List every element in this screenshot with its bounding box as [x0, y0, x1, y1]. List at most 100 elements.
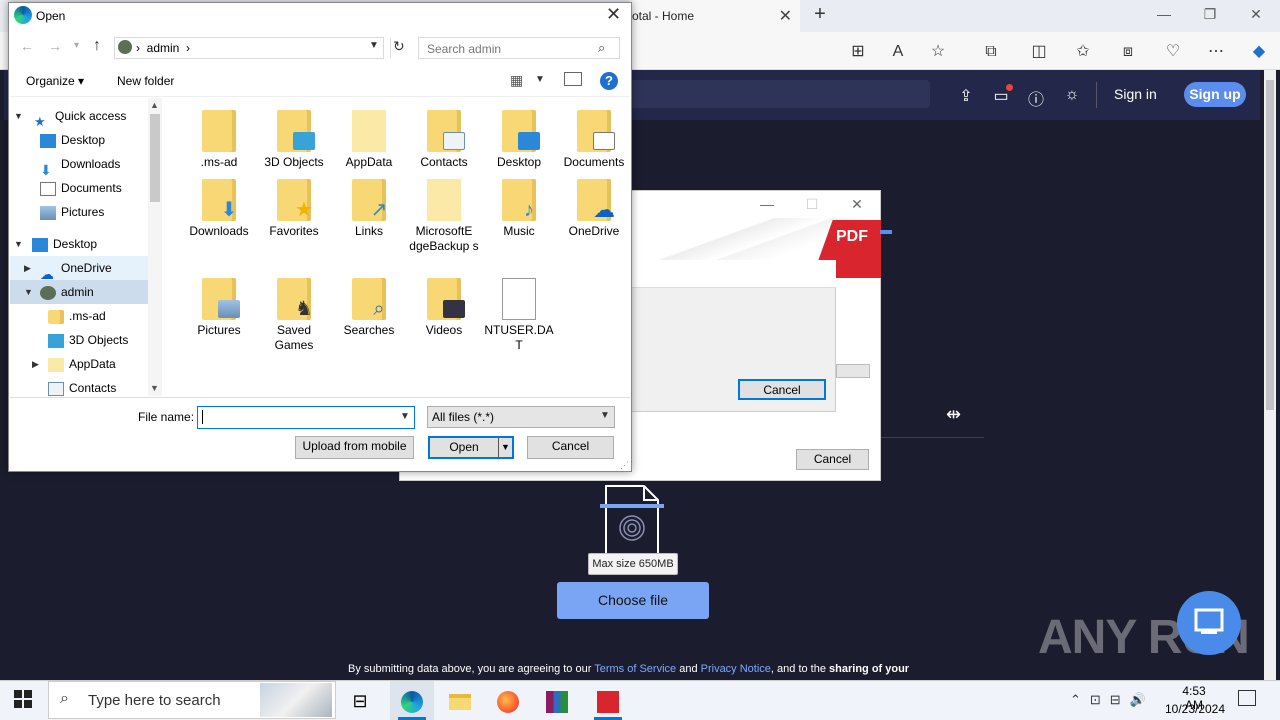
- file-item-3d-objects[interactable]: 3D Objects: [257, 110, 331, 170]
- expand-quick-access-icon[interactable]: ▼: [14, 111, 23, 121]
- notification-center-icon[interactable]: [1238, 690, 1256, 706]
- scroll-down-icon[interactable]: ▼: [150, 383, 159, 393]
- tab-close-icon[interactable]: ✕: [779, 6, 792, 26]
- system-tray[interactable]: ⌃⊡⊟🔊: [1070, 692, 1155, 708]
- collections-icon[interactable]: ⧈: [1115, 41, 1141, 63]
- pdf-maximize-button[interactable]: ☐: [797, 196, 827, 213]
- choose-file-button[interactable]: Choose file: [557, 582, 709, 619]
- file-item-documents[interactable]: Documents: [557, 110, 631, 170]
- nav-ms-ad[interactable]: .ms-ad: [48, 304, 148, 328]
- dialog-close-icon[interactable]: ✕: [606, 4, 621, 25]
- breadcrumb-admin[interactable]: admin: [147, 41, 180, 55]
- theme-icon[interactable]: ☼: [1060, 86, 1084, 106]
- file-item-contacts[interactable]: Contacts: [407, 110, 481, 170]
- file-type-dropdown-icon[interactable]: ▼: [600, 410, 610, 421]
- help-icon[interactable]: ⓘ: [1024, 86, 1048, 109]
- file-item-downloads[interactable]: ⬇ Downloads: [182, 179, 256, 239]
- split-screen-icon[interactable]: ◫: [1026, 41, 1052, 63]
- scroll-up-icon[interactable]: ▲: [150, 100, 159, 110]
- browser-close-button[interactable]: ✕: [1236, 6, 1276, 23]
- pdf-close-button[interactable]: ✕: [842, 196, 872, 213]
- address-dropdown-icon[interactable]: ▼: [369, 40, 379, 51]
- nav-pictures[interactable]: Pictures📌: [40, 200, 148, 224]
- expand-admin-icon[interactable]: ▼: [24, 287, 33, 297]
- chat-button[interactable]: [1177, 591, 1241, 655]
- file-item-music[interactable]: ♪ Music: [482, 179, 556, 239]
- expand-onedrive-icon[interactable]: ▶: [24, 263, 31, 274]
- nav-desktop[interactable]: Desktop: [32, 232, 148, 256]
- expand-desktop-icon[interactable]: ▼: [14, 239, 23, 249]
- nav-scroll-thumb[interactable]: [150, 114, 160, 202]
- pdf-minimize-button[interactable]: —: [752, 196, 782, 212]
- upload-icon[interactable]: ⇪: [954, 86, 978, 106]
- new-tab-button[interactable]: +: [808, 3, 832, 26]
- nav-desktop-quick[interactable]: Desktop📌: [40, 128, 148, 152]
- page-scroll-thumb[interactable]: [1266, 80, 1274, 410]
- firefox-icon[interactable]: [488, 684, 528, 718]
- organize-button[interactable]: Organize ▾: [26, 74, 84, 88]
- resize-grip-icon[interactable]: ⋰: [620, 460, 629, 471]
- breadcrumb[interactable]: › admin ›: [136, 41, 190, 55]
- privacy-link[interactable]: Privacy Notice: [701, 663, 771, 675]
- clock-date[interactable]: 10/23/2024: [1164, 702, 1226, 716]
- nav-admin[interactable]: admin: [40, 280, 148, 304]
- file-item-pictures[interactable]: Pictures: [182, 278, 256, 338]
- forward-arrow-icon[interactable]: →: [48, 38, 62, 54]
- windows-start-icon[interactable]: [14, 690, 32, 708]
- read-aloud-icon[interactable]: A: [885, 41, 911, 63]
- site-search-bar[interactable]: [630, 80, 930, 108]
- app-icon[interactable]: ⊞: [845, 41, 871, 63]
- edge-taskbar-icon[interactable]: [392, 684, 432, 718]
- favorite-star-icon[interactable]: ☆: [925, 41, 951, 63]
- file-item-desktop[interactable]: Desktop: [482, 110, 556, 170]
- sign-in-link[interactable]: Sign in: [1114, 86, 1157, 102]
- nav-downloads[interactable]: ⬇Downloads📌: [40, 152, 148, 178]
- pdf-cancel-button[interactable]: Cancel: [796, 449, 869, 470]
- pdf-app-taskbar-icon[interactable]: [588, 684, 628, 718]
- file-item-appdata[interactable]: AppData: [332, 110, 406, 170]
- recent-locations-icon[interactable]: ▾: [74, 40, 79, 51]
- extensions-icon[interactable]: ⧉: [978, 41, 1004, 63]
- help-button[interactable]: ?: [600, 72, 618, 90]
- file-item-searches[interactable]: ⌕ Searches: [332, 278, 406, 338]
- view-options-icon[interactable]: ▦: [510, 72, 523, 89]
- search-input[interactable]: Search admin: [418, 37, 620, 59]
- file-item-favorites[interactable]: ★ Favorites: [257, 179, 331, 239]
- open-split-dropdown-icon[interactable]: ▼: [498, 438, 512, 457]
- nav-documents[interactable]: Documents📌: [40, 176, 148, 200]
- upload-from-mobile-button[interactable]: Upload from mobile: [295, 436, 414, 459]
- terms-link[interactable]: Terms of Service: [594, 663, 676, 675]
- file-item-onedrive[interactable]: ☁ OneDrive: [557, 179, 631, 239]
- nav-onedrive[interactable]: ☁ OneDrive: [40, 256, 148, 282]
- browser-tab[interactable]: otal - Home ✕: [630, 0, 800, 32]
- view-dropdown-icon[interactable]: ▼: [535, 74, 545, 85]
- nav-3d-objects[interactable]: 3D Objects: [48, 328, 148, 352]
- file-item-ntuser-dat[interactable]: NTUSER.DA T: [482, 278, 556, 353]
- dialog-cancel-button[interactable]: Cancel: [527, 436, 614, 459]
- refresh-icon[interactable]: ↻: [390, 38, 406, 58]
- sign-up-button[interactable]: Sign up: [1184, 82, 1246, 107]
- file-item-ms-ad[interactable]: .ms-ad: [182, 110, 256, 170]
- winrar-icon[interactable]: [537, 684, 577, 718]
- file-item-saved-games[interactable]: ♞ Saved Games: [257, 278, 331, 353]
- expand-appdata-icon[interactable]: ▶: [32, 359, 39, 370]
- more-icon[interactable]: ⋯: [1203, 41, 1229, 63]
- performance-icon[interactable]: ♡: [1160, 41, 1186, 63]
- nav-appdata[interactable]: AppData: [48, 352, 148, 376]
- browser-restore-button[interactable]: ❐: [1190, 6, 1230, 23]
- preview-pane-icon[interactable]: [564, 72, 582, 86]
- task-view-icon[interactable]: ⊟: [340, 684, 380, 718]
- back-arrow-icon[interactable]: ←: [20, 38, 34, 54]
- nav-quick-access[interactable]: ★ Quick access: [34, 104, 148, 129]
- up-arrow-icon[interactable]: ↑: [93, 37, 101, 55]
- copilot-icon[interactable]: ◆: [1246, 41, 1272, 63]
- file-item-microsoft-edge-backups[interactable]: MicrosoftE dgeBackup s: [407, 179, 481, 254]
- pdf-progress-cancel-button[interactable]: Cancel: [738, 379, 826, 400]
- browser-minimize-button[interactable]: —: [1144, 6, 1184, 22]
- file-item-links[interactable]: ↗ Links: [332, 179, 406, 239]
- nav-contacts[interactable]: Contacts: [48, 376, 148, 396]
- favorites-icon[interactable]: ✩: [1070, 41, 1096, 63]
- file-item-videos[interactable]: Videos: [407, 278, 481, 338]
- file-type-select[interactable]: All files (*.*): [427, 406, 615, 428]
- file-name-input[interactable]: [197, 406, 415, 429]
